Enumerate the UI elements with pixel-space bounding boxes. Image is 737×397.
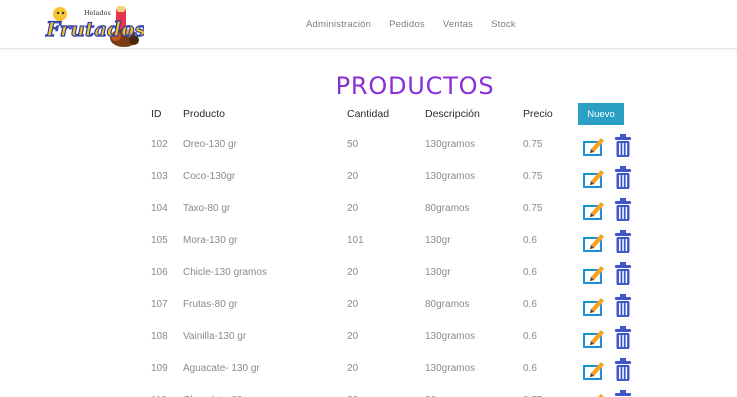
cell-id: 106 bbox=[151, 267, 168, 278]
column-header-precio: Precio bbox=[523, 108, 553, 120]
cell-cantidad: 20 bbox=[347, 299, 359, 310]
trash-icon[interactable] bbox=[614, 390, 632, 397]
cell-id: 104 bbox=[151, 203, 168, 214]
cell-producto: Frutas-80 gr bbox=[183, 299, 238, 310]
table-row: 109 Aguacate- 130 gr 20 130gramos 0.6 bbox=[151, 358, 641, 382]
trash-icon[interactable] bbox=[614, 166, 632, 190]
table-row: 105 Mora-130 gr 101 130gr 0.6 bbox=[151, 230, 641, 254]
cell-cantidad: 20 bbox=[347, 267, 359, 278]
cell-precio: 0.6 bbox=[523, 299, 537, 310]
cell-precio: 0.75 bbox=[523, 139, 543, 150]
trash-icon[interactable] bbox=[614, 326, 632, 350]
table-row: 106 Chicle-130 gramos 20 130gr 0.6 bbox=[151, 262, 641, 286]
table-row: 102 Oreo-130 gr 50 130gramos 0.75 bbox=[151, 134, 641, 158]
nav-item-administracion[interactable]: Administración bbox=[306, 19, 371, 30]
cell-id: 108 bbox=[151, 331, 168, 342]
cell-id: 107 bbox=[151, 299, 168, 310]
cell-id: 105 bbox=[151, 235, 168, 246]
table-row: 104 Taxo-80 gr 20 80gramos 0.75 bbox=[151, 198, 641, 222]
cell-producto: Chicle-130 gramos bbox=[183, 267, 267, 278]
cell-descripcion: 130gramos bbox=[425, 331, 476, 342]
cell-descripcion: 130gramos bbox=[425, 139, 476, 150]
column-header-descripcion: Descripción bbox=[425, 108, 480, 120]
cell-id: 102 bbox=[151, 139, 168, 150]
nav-item-pedidos[interactable]: Pedidos bbox=[389, 19, 425, 30]
cell-precio: 0.6 bbox=[523, 235, 537, 246]
cell-producto: Oreo-130 gr bbox=[183, 139, 237, 150]
nav-item-stock[interactable]: Stock bbox=[491, 19, 516, 30]
edit-icon[interactable] bbox=[583, 263, 605, 285]
edit-icon[interactable] bbox=[583, 391, 605, 397]
cell-descripcion: 130gramos bbox=[425, 171, 476, 182]
column-header-producto: Producto bbox=[183, 108, 226, 120]
cell-cantidad: 50 bbox=[347, 139, 359, 150]
cell-cantidad: 20 bbox=[347, 331, 359, 342]
cell-descripcion: 80gramos bbox=[425, 299, 470, 310]
logo-brand-text: Frutados bbox=[45, 17, 144, 41]
cell-precio: 0.6 bbox=[523, 331, 537, 342]
edit-icon[interactable] bbox=[583, 167, 605, 189]
cell-producto: Coco-130gr bbox=[183, 171, 236, 182]
column-header-id: ID bbox=[151, 108, 162, 120]
cell-descripcion: 130gr bbox=[425, 235, 451, 246]
trash-icon[interactable] bbox=[614, 134, 632, 158]
cell-descripcion: 130gramos bbox=[425, 363, 476, 374]
column-header-cantidad: Cantidad bbox=[347, 108, 390, 120]
top-navbar: Helados Frutados Administración Pedidos … bbox=[0, 0, 737, 49]
cell-producto: Taxo-80 gr bbox=[183, 203, 231, 214]
table-row: 107 Frutas-80 gr 20 80gramos 0.6 bbox=[151, 294, 641, 318]
cell-producto: Mora-130 gr bbox=[183, 235, 238, 246]
nav-item-ventas[interactable]: Ventas bbox=[443, 19, 473, 30]
edit-icon[interactable] bbox=[583, 231, 605, 253]
cell-precio: 0.6 bbox=[523, 363, 537, 374]
cell-descripcion: 80gramos bbox=[425, 203, 470, 214]
page: Helados Frutados Administración Pedidos … bbox=[0, 0, 737, 397]
cell-producto: Aguacate- 130 gr bbox=[183, 363, 260, 374]
trash-icon[interactable] bbox=[614, 230, 632, 254]
trash-icon[interactable] bbox=[614, 294, 632, 318]
cell-cantidad: 101 bbox=[347, 235, 364, 246]
cell-cantidad: 20 bbox=[347, 203, 359, 214]
logo-small-text: Helados bbox=[84, 9, 111, 17]
cell-precio: 0.75 bbox=[523, 171, 543, 182]
edit-icon[interactable] bbox=[583, 135, 605, 157]
cell-id: 109 bbox=[151, 363, 168, 374]
table-header-row: ID Producto Cantidad Descripción Precio … bbox=[151, 103, 641, 127]
trash-icon[interactable] bbox=[614, 198, 632, 222]
cell-cantidad: 20 bbox=[347, 171, 359, 182]
cell-descripcion: 130gr bbox=[425, 267, 451, 278]
table-row: 110Chocolate-80 gr2080gramos0.75 bbox=[151, 390, 641, 397]
new-product-button[interactable]: Nuevo bbox=[578, 103, 624, 125]
cell-precio: 0.75 bbox=[523, 203, 543, 214]
table-row: 108 Vainilla-130 gr 20 130gramos 0.6 bbox=[151, 326, 641, 350]
brand-logo[interactable]: Helados Frutados bbox=[44, 2, 146, 52]
edit-icon[interactable] bbox=[583, 199, 605, 221]
cell-producto: Vainilla-130 gr bbox=[183, 331, 247, 342]
cell-id: 103 bbox=[151, 171, 168, 182]
page-title: PRODUCTOS bbox=[335, 72, 495, 100]
cell-cantidad: 20 bbox=[347, 363, 359, 374]
edit-icon[interactable] bbox=[583, 359, 605, 381]
trash-icon[interactable] bbox=[614, 262, 632, 286]
edit-icon[interactable] bbox=[583, 327, 605, 349]
edit-icon[interactable] bbox=[583, 295, 605, 317]
main-nav: Administración Pedidos Ventas Stock bbox=[306, 19, 534, 30]
trash-icon[interactable] bbox=[614, 358, 632, 382]
cell-precio: 0.6 bbox=[523, 267, 537, 278]
table-row: 103 Coco-130gr 20 130gramos 0.75 bbox=[151, 166, 641, 190]
